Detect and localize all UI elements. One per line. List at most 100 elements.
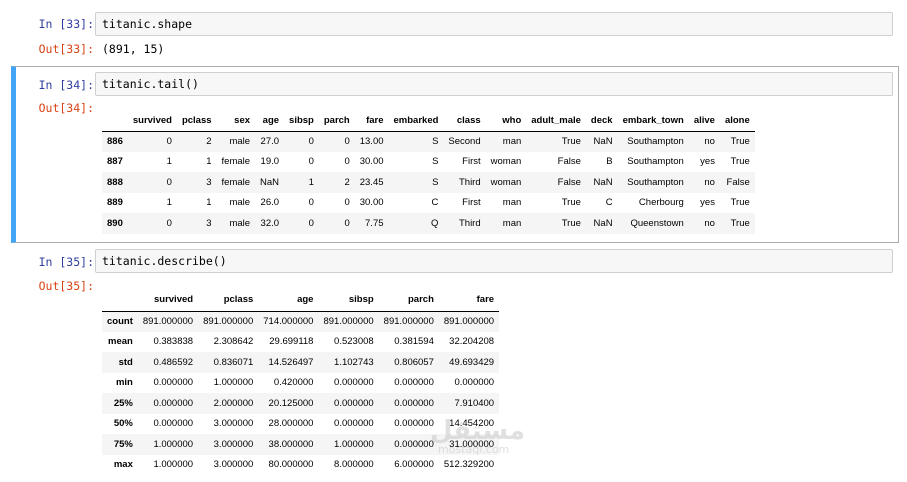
- column-header: adult_male: [526, 111, 586, 132]
- table-row: 887 1 1 female 19.0 0 0 30.00 S First woman False B S…: [102, 152, 755, 173]
- code-input-34[interactable]: titanic.tail(): [95, 72, 893, 96]
- table-cell: 3: [206, 217, 212, 229]
- table-cell: 30.00: [359, 156, 384, 168]
- row-index: 890: [107, 217, 123, 229]
- table-cell: 7.75: [365, 217, 384, 229]
- table-cell: 7.910400: [454, 397, 495, 409]
- table-cell: 23.45: [359, 176, 384, 188]
- table-cell: 1: [206, 197, 212, 209]
- code-input-33[interactable]: titanic.shape: [95, 12, 893, 36]
- column-header: age: [255, 111, 285, 132]
- column-header: survived: [137, 289, 199, 312]
- code-input-35[interactable]: titanic.describe(): [95, 249, 893, 273]
- table-cell: 6.000000: [394, 459, 434, 471]
- table-cell: 14.526497: [268, 356, 314, 368]
- table-row: 50% 0.000000 3.000000 28.000000 0.000000 0.00…: [102, 414, 499, 435]
- column-header: parch: [378, 289, 439, 312]
- column-header: parch: [318, 111, 355, 132]
- table-cell: 49.693429: [449, 356, 495, 368]
- table-cell: C: [605, 197, 613, 209]
- table-cell: True: [730, 197, 750, 209]
- table-header-row: survived pclass age sibsp parch fare: [102, 289, 500, 312]
- table-cell: 3.000000: [213, 459, 254, 471]
- table-cell: 1: [308, 176, 314, 188]
- table-cell: Southampton: [627, 156, 684, 168]
- table-cell: man: [502, 217, 522, 229]
- table-cell: 1: [166, 156, 172, 168]
- column-header: alive: [688, 111, 720, 132]
- table-cell: male: [229, 217, 251, 229]
- table-cell: 3.000000: [213, 418, 254, 430]
- table-cell: 0: [166, 217, 172, 229]
- table-cell: 80.000000: [268, 459, 314, 471]
- table-cell: female: [221, 156, 251, 168]
- table-row: 25% 0.000000 2.000000 20.125000 0.000000 0.00…: [102, 393, 500, 414]
- table-cell: NaN: [260, 176, 280, 188]
- table-cell: 0.000000: [394, 418, 434, 430]
- table-cell: 0.000000: [153, 397, 194, 409]
- table-cell: 891.000000: [443, 316, 495, 327]
- table-cell: 0: [166, 176, 172, 188]
- table-row: 890 0 3 male 32.0 0 0 7.75 Q Third man True NaN Queen…: [102, 213, 755, 234]
- table-cell: 1.000000: [153, 438, 194, 450]
- column-header: embarked: [388, 111, 444, 132]
- table-cell: no: [704, 136, 715, 147]
- table-cell: True: [730, 217, 750, 229]
- table-cell: 0.523008: [334, 336, 374, 348]
- out-prompt-33: Out[33]:: [38, 42, 94, 56]
- table-cell: 0.000000: [454, 377, 495, 389]
- table-cell: First: [462, 156, 481, 168]
- column-header: pclass: [176, 111, 217, 132]
- table-cell: no: [704, 176, 715, 188]
- table-cell: man: [502, 136, 522, 147]
- row-index: std: [118, 356, 133, 368]
- table-cell: 0.000000: [153, 377, 194, 389]
- table-cell: 0.000000: [394, 397, 434, 409]
- table-cell: 1: [206, 156, 212, 168]
- out-prompt-35: Out[35]:: [38, 279, 94, 293]
- table-cell: 2.308642: [213, 336, 254, 348]
- table-cell: 20.125000: [268, 397, 314, 409]
- column-header: [102, 289, 138, 312]
- table-cell: True: [561, 217, 581, 229]
- column-header: deck: [585, 111, 618, 132]
- row-index: 25%: [113, 397, 133, 409]
- describe-dataframe-table: survived pclass age sibsp parch fare count 891…: [102, 289, 500, 475]
- row-index: mean: [108, 336, 133, 348]
- column-header: who: [485, 111, 527, 132]
- table-cell: 0: [308, 197, 314, 209]
- table-cell: 26.0: [260, 197, 280, 209]
- table-cell: 0: [344, 136, 350, 147]
- table-cell: 1.102743: [334, 356, 374, 368]
- table-cell: True: [561, 197, 581, 209]
- table-cell: 2: [344, 176, 350, 188]
- table-cell: Q: [431, 217, 439, 229]
- column-header: alone: [719, 111, 755, 132]
- table-cell: 0: [344, 217, 350, 229]
- table-cell: 0.000000: [334, 397, 374, 409]
- table-cell: 1: [166, 197, 172, 209]
- table-cell: Southampton: [627, 176, 684, 188]
- table-cell: 2.000000: [213, 397, 254, 409]
- table-cell: 891.000000: [323, 316, 374, 327]
- table-cell: 0.836071: [213, 356, 254, 368]
- table-cell: 0: [344, 197, 350, 209]
- table-cell: 891.000000: [142, 316, 194, 327]
- table-cell: 30.00: [359, 197, 384, 209]
- table-cell: 28.000000: [268, 418, 314, 430]
- table-cell: woman: [490, 156, 522, 168]
- column-header: age: [258, 289, 319, 312]
- table-cell: S: [432, 136, 439, 147]
- table-cell: 0.420000: [273, 377, 314, 389]
- row-index: 887: [107, 156, 123, 168]
- table-cell: 14.454200: [449, 418, 495, 430]
- column-header: survived: [127, 111, 177, 132]
- column-header: fare: [438, 289, 500, 312]
- table-cell: 0.486592: [153, 356, 194, 368]
- table-cell: 0.381594: [394, 336, 434, 348]
- table-cell: Queenstown: [630, 217, 684, 229]
- table-cell: NaN: [593, 136, 613, 147]
- table-row: 886 0 2 male 27.0 0 0 13.00 S Second man True NaN Sou…: [102, 131, 755, 152]
- table-cell: 32.204208: [449, 336, 495, 348]
- table-cell: 0.383838: [153, 336, 194, 348]
